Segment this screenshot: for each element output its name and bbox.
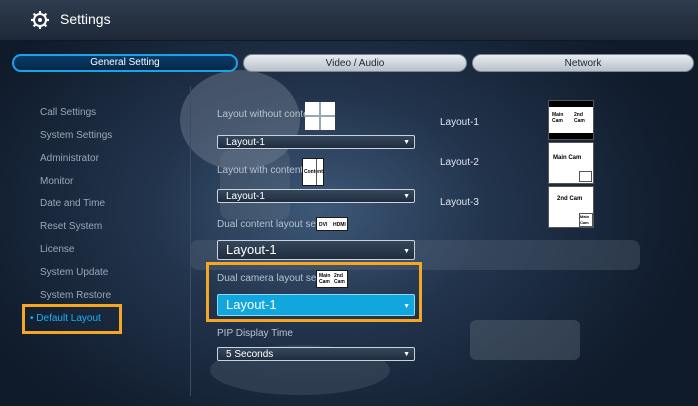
sidebar-item-license[interactable]: License xyxy=(40,244,74,255)
sidebar-item-monitor[interactable]: Monitor xyxy=(40,176,73,187)
thumb-dvi-text: DVI xyxy=(319,222,328,228)
window-title: Settings xyxy=(60,11,111,27)
sidebar-item-label: Default Layout xyxy=(36,313,101,324)
dual-camera-value: Layout-1 xyxy=(226,297,277,312)
active-bullet: • xyxy=(30,313,34,324)
sidebar-item-date-and-time[interactable]: Date and Time xyxy=(40,198,105,209)
chevron-down-icon: ▼ xyxy=(403,248,410,255)
layout-with-content-thumbnail: Content xyxy=(302,158,324,186)
dual-content-dropdown[interactable]: Layout-1 ▼ xyxy=(217,240,415,260)
sidebar-divider xyxy=(190,86,191,396)
layout-3-inset-main-cam-text: Main Cam xyxy=(579,213,593,227)
layout-without-content-thumbnail xyxy=(305,102,335,130)
layout-3-preview: 2nd Cam Main Cam xyxy=(548,186,594,228)
chevron-down-icon: ▼ xyxy=(403,139,410,146)
dual-camera-thumbnail: Main Cam 2nd Cam xyxy=(316,270,348,288)
thumb-content-text: Content xyxy=(304,169,323,175)
pip-display-time-value: 5 Seconds xyxy=(226,349,274,360)
tab-general-setting[interactable]: General Setting xyxy=(12,54,238,72)
tab-video-audio[interactable]: Video / Audio xyxy=(243,54,467,72)
layout-2-label: Layout-2 xyxy=(440,157,479,168)
layout-2-preview: Main Cam xyxy=(548,142,594,184)
layout-1-second-cam-text: 2nd Cam xyxy=(574,112,585,124)
sidebar-item-call-settings[interactable]: Call Settings xyxy=(40,107,96,118)
pip-display-time-label: PIP Display Time xyxy=(217,328,293,339)
layout-3-second-cam-text: 2nd Cam xyxy=(557,196,583,202)
dual-camera-dropdown[interactable]: Layout-1 ▼ xyxy=(217,294,415,316)
sidebar-item-system-settings[interactable]: System Settings xyxy=(40,130,112,141)
sidebar-item-system-restore[interactable]: System Restore xyxy=(40,290,111,301)
layout-with-content-value: Layout-1 xyxy=(226,191,265,202)
settings-window: Settings General Setting Video / Audio N… xyxy=(0,0,698,406)
gear-icon xyxy=(31,11,49,29)
tab-network[interactable]: Network xyxy=(472,54,694,72)
chevron-down-icon: ▼ xyxy=(403,303,410,310)
chevron-down-icon: ▼ xyxy=(403,193,410,200)
thumb-second-cam-text: 2nd Cam xyxy=(334,273,345,285)
layout-with-content-label: Layout with content xyxy=(217,165,304,176)
layout-1-label: Layout-1 xyxy=(440,117,479,128)
pip-inset-icon xyxy=(579,171,592,182)
sidebar-item-administrator[interactable]: Administrator xyxy=(40,153,99,164)
layout-without-content-label: Layout without content xyxy=(217,109,318,120)
chevron-down-icon: ▼ xyxy=(403,351,410,358)
layout-without-content-dropdown[interactable]: Layout-1 ▼ xyxy=(217,135,415,149)
thumb-main-cam-text: Main Cam xyxy=(319,273,331,285)
pip-display-time-dropdown[interactable]: 5 Seconds ▼ xyxy=(217,347,415,361)
dual-content-thumbnail: DVI HDMI xyxy=(316,217,348,231)
sidebar-item-reset-system[interactable]: Reset System xyxy=(40,221,102,232)
layout-without-content-value: Layout-1 xyxy=(226,137,265,148)
layout-1-main-cam-text: Main Cam xyxy=(552,112,564,124)
sidebar-item-default-layout[interactable]: • Default Layout xyxy=(30,313,101,324)
dual-content-value: Layout-1 xyxy=(226,242,277,257)
layout-with-content-dropdown[interactable]: Layout-1 ▼ xyxy=(217,189,415,203)
thumb-hdmi-text: HDMI xyxy=(333,222,346,228)
layout-1-preview: Main Cam 2nd Cam xyxy=(548,100,594,140)
layout-2-main-cam-text: Main Cam xyxy=(553,155,582,161)
sidebar-item-system-update[interactable]: System Update xyxy=(40,267,108,278)
layout-3-label: Layout-3 xyxy=(440,197,479,208)
